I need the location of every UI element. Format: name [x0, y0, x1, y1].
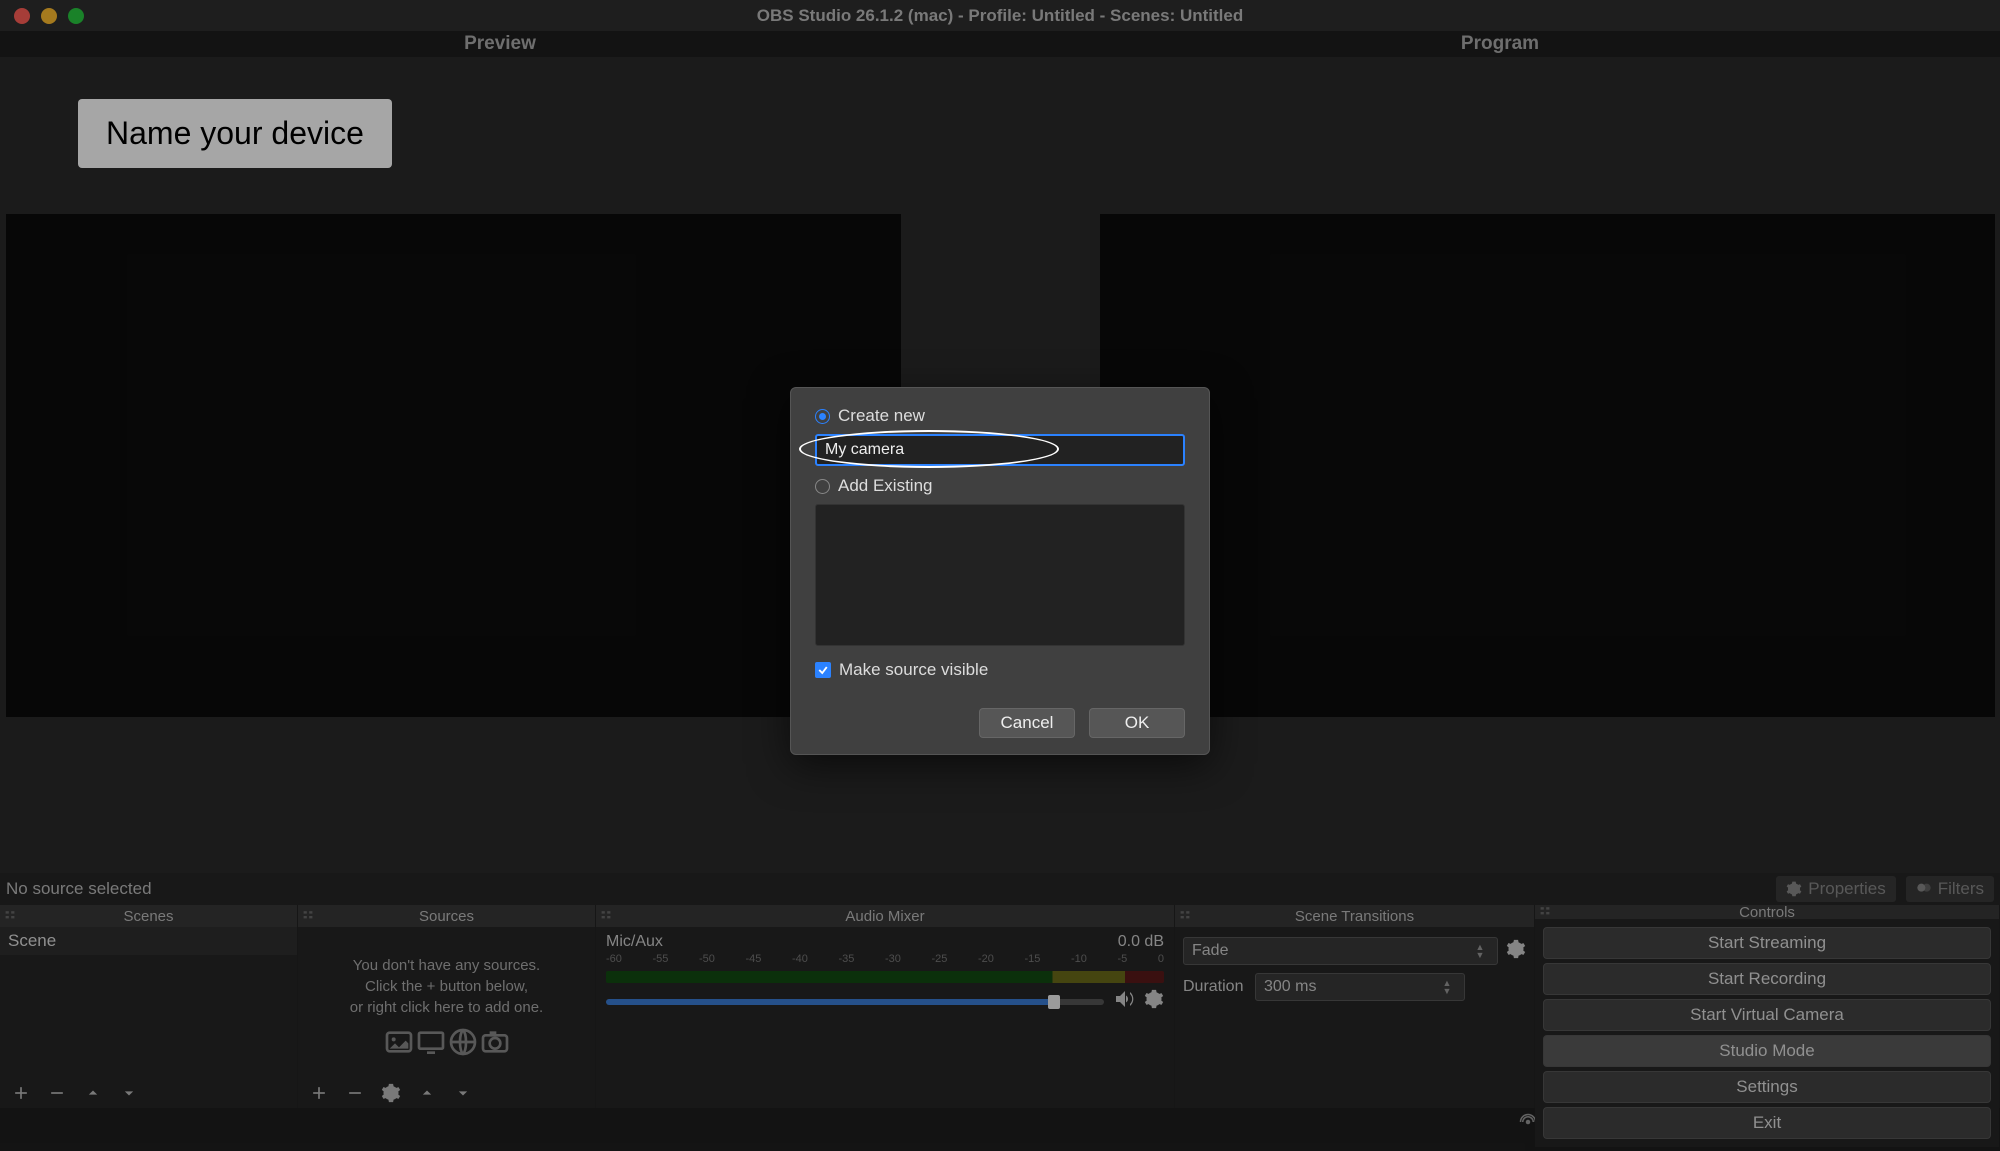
dialog-buttons: Cancel OK — [815, 708, 1185, 738]
make-visible-row[interactable]: Make source visible — [815, 660, 1185, 680]
existing-sources-list[interactable] — [815, 504, 1185, 646]
add-existing-radio[interactable] — [815, 479, 830, 494]
cancel-button[interactable]: Cancel — [979, 708, 1075, 738]
make-visible-checkbox[interactable] — [815, 662, 831, 678]
ok-button[interactable]: OK — [1089, 708, 1185, 738]
add-existing-radio-row[interactable]: Add Existing — [815, 476, 1185, 496]
create-new-radio-row[interactable]: Create new — [815, 406, 1185, 426]
source-name-input[interactable] — [815, 434, 1185, 466]
create-source-dialog: Create new Add Existing Make source visi… — [790, 387, 1210, 755]
create-new-radio[interactable] — [815, 409, 830, 424]
